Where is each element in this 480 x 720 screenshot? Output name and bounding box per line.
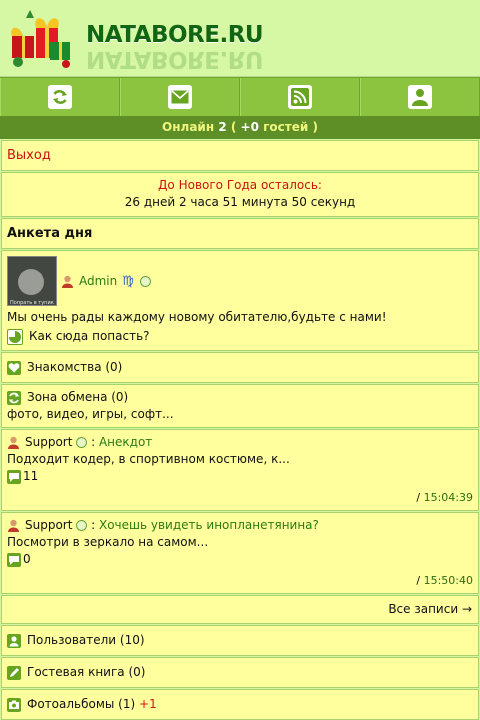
profile-of-day-card: Попрать в тупик Admin ♍ Мы очень рады ка… [1,250,479,351]
top-nav [0,77,480,116]
post-title-link[interactable]: Анекдот [99,434,152,451]
post-header: Support : Хочешь увидеть инопланетянина? [7,517,473,534]
exit-link[interactable]: Выход [1,140,479,171]
exchange-zone-link[interactable]: Зона обмена (0) [7,389,473,406]
photo-albums-new-badge: +1 [139,697,157,711]
how-to-join-link[interactable]: Как сюда попасть? [2,328,478,350]
post-title-link[interactable]: Хочешь увидеть инопланетянина? [99,517,319,534]
exchange-zone-desc: фото, видео, игры, софт... [7,407,174,421]
blog-post: Support : Анекдот Подходит кодер, в спор… [1,429,479,511]
profile-username[interactable]: Admin [79,273,117,290]
heart-icon [7,360,21,375]
nav-rss-button[interactable] [240,78,360,116]
profile-of-day-title: Анкета дня [1,218,479,249]
post-time: / 15:04:39 [7,489,473,506]
comment-icon [7,469,21,484]
online-label: Онлайн [162,120,215,134]
offline-status-icon [76,520,88,531]
site-logo-reflection: NATABORE.RU [86,46,264,72]
blog-post: Support : Хочешь увидеть инопланетянина?… [1,512,479,594]
male-user-icon [8,436,19,449]
refresh-icon [48,85,72,109]
site-logo-text[interactable]: NATABORE.RU [86,22,264,48]
pencil-icon [7,665,21,680]
post-author[interactable]: Support [25,434,72,451]
profile-photo-figure [18,269,44,295]
post-preview: Посмотри в зеркало на самом... [7,535,209,549]
mail-icon [168,85,192,109]
photo-albums-link[interactable]: Фотоальбомы (1) +1 [1,689,479,720]
online-guests-label: гостей [263,120,309,134]
users-link[interactable]: Пользователи (10) [1,625,479,656]
post-preview: Подходит кодер, в спортивном костюме, к.… [7,452,290,466]
post-time-separator: / [416,574,421,587]
nav-profile-button[interactable] [360,78,480,116]
post-comments[interactable]: 11 [7,468,473,485]
profile-row: Попрать в тупик Admin ♍ [2,251,478,309]
post-comments[interactable]: 0 [7,551,473,568]
profile-photo[interactable]: Попрать в тупик [7,256,57,306]
post-time-value: 15:50:40 [423,574,473,587]
post-header: Support : Анекдот [7,434,473,451]
online-status-bar[interactable]: Онлайн 2 ( +0 гостей ) [0,116,480,139]
camera-icon [7,697,21,712]
refresh-icon [7,390,21,405]
online-count: 2 [218,120,227,134]
zodiac-virgo-icon: ♍ [122,274,134,289]
online-open-paren: ( [230,120,237,134]
online-guests-count: +0 [240,120,259,134]
dating-label: Знакомства (0) [27,360,123,374]
how-to-join-label: Как сюда попасть? [29,329,150,343]
site-header: NATABORE.RU NATABORE.RU [0,0,480,77]
post-time-separator: / [416,491,421,504]
online-close-paren: ) [312,120,318,134]
male-user-icon [62,275,73,288]
dating-link[interactable]: Знакомства (0) [1,352,479,383]
countdown-title: До Нового Года осталось: [158,178,322,192]
profile-name-row: Admin ♍ [61,273,151,290]
post-time-value: 15:04:39 [423,491,473,504]
profile-photo-caption: Попрать в тупик [10,300,54,306]
post-separator: : [91,518,96,532]
pie-chart-icon [7,328,23,345]
post-author[interactable]: Support [25,517,72,534]
male-user-icon [8,519,19,532]
nav-refresh-button[interactable] [0,78,120,116]
guestbook-link[interactable]: Гостевая книга (0) [1,657,479,688]
user-icon [408,85,432,109]
new-year-countdown: До Нового Года осталось: 26 дней 2 часа … [1,172,479,217]
post-time: / 15:50:40 [7,572,473,589]
users-label: Пользователи (10) [27,633,145,647]
welcome-text: Мы очень рады каждому новому обитателю,б… [7,310,387,324]
countdown-value: 26 дней 2 часа 51 минута 50 секунд [124,195,356,209]
gift-boxes-logo-icon[interactable] [6,6,76,70]
offline-status-icon [139,276,151,287]
offline-status-icon [76,437,88,448]
photo-albums-label: Фотоальбомы (1) [27,697,136,711]
exchange-zone-block: Зона обмена (0) фото, видео, игры, софт.… [1,384,479,428]
post-comments-count: 0 [23,552,31,566]
guestbook-label: Гостевая книга (0) [27,665,146,679]
users-icon [7,633,21,648]
rss-icon [288,85,312,109]
post-separator: : [91,435,96,449]
nav-mail-button[interactable] [120,78,240,116]
exchange-zone-label: Зона обмена (0) [27,390,129,404]
post-comments-count: 11 [23,469,39,483]
comment-icon [7,552,21,567]
all-records-link[interactable]: Все записи → [1,595,479,624]
